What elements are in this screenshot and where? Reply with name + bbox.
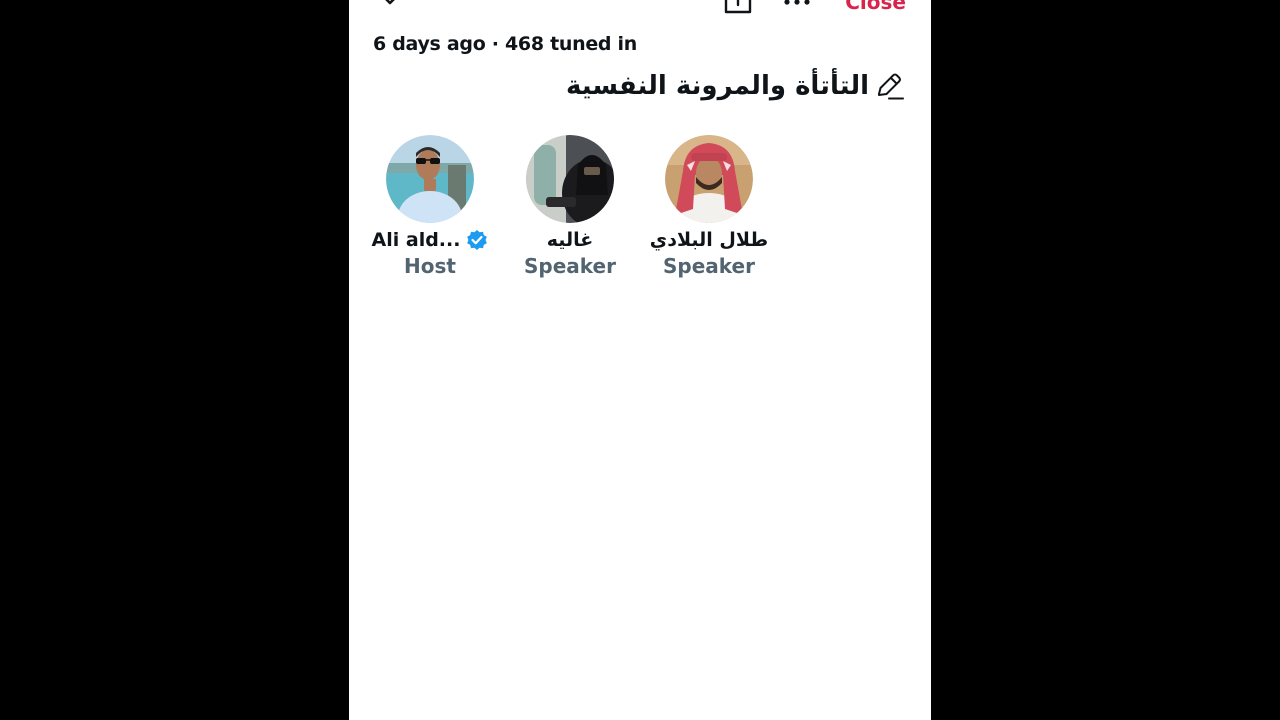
participant-name-row: طلال البلادي xyxy=(634,227,784,253)
participant-speaker[interactable]: طلال البلادي Speaker xyxy=(634,135,784,278)
close-button[interactable]: Close xyxy=(845,0,906,14)
share-icon[interactable] xyxy=(723,0,753,16)
space-sheet: Close 6 days ago · 468 tuned in التأتأة … xyxy=(349,0,931,720)
participant-role: Speaker xyxy=(663,254,755,278)
top-bar: Close xyxy=(349,0,931,20)
participant-name: Ali ald... xyxy=(371,229,461,251)
participant-host[interactable]: Ali ald... Host xyxy=(355,135,505,278)
participant-role: Speaker xyxy=(524,254,616,278)
participant-speaker[interactable]: غاليه Speaker xyxy=(495,135,645,278)
avatar xyxy=(665,135,753,223)
more-icon[interactable] xyxy=(781,0,813,8)
verified-badge-icon xyxy=(467,230,488,250)
chevron-down-icon[interactable] xyxy=(377,0,403,10)
edit-icon[interactable] xyxy=(873,70,905,102)
space-title: التأتأة والمرونة النفسية xyxy=(566,71,869,101)
participant-name-row: Ali ald... xyxy=(355,227,505,253)
participant-name: غاليه xyxy=(546,229,594,251)
space-meta: 6 days ago · 468 tuned in xyxy=(373,33,637,55)
space-title-row: التأتأة والمرونة النفسية xyxy=(566,70,905,102)
avatar xyxy=(526,135,614,223)
participant-name-row: غاليه xyxy=(495,227,645,253)
avatar xyxy=(386,135,474,223)
participant-name: طلال البلادي xyxy=(649,229,769,251)
participant-role: Host xyxy=(404,254,456,278)
